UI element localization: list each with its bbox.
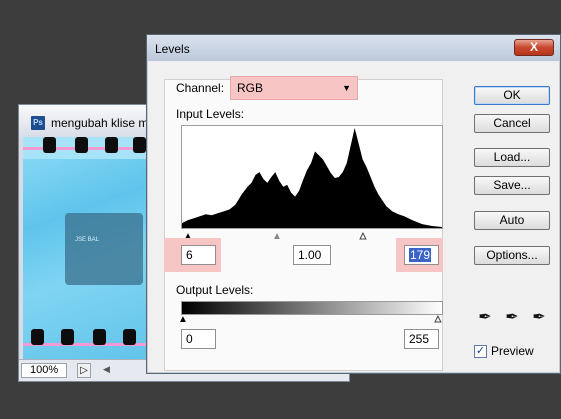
film-hole [123, 329, 136, 345]
options-button[interactable]: Options... [474, 246, 550, 265]
black-eyedropper-icon[interactable]: ✒ [476, 309, 494, 327]
input-white-field[interactable]: 179 [404, 245, 439, 265]
histogram-shape [182, 127, 442, 228]
channel-select-value: RGB [237, 81, 264, 95]
preview-checkbox[interactable]: ✓ [474, 345, 487, 358]
gray-eyedropper-icon[interactable]: ✒ [503, 309, 521, 327]
dialog-body: Channel: RGB ▼ Input Levels: ▲ ▲ ▲ 6 1.0… [153, 61, 554, 371]
status-menu-icon[interactable]: ▷ [77, 363, 91, 378]
input-gamma-field[interactable]: 1.00 [293, 245, 331, 265]
photo-object [65, 213, 143, 285]
film-hole [75, 137, 88, 153]
photo-object-label: JSE BAL [75, 237, 100, 243]
film-hole [43, 137, 56, 153]
output-black-field[interactable]: 0 [181, 329, 216, 349]
output-white-handle[interactable]: ▲ [433, 314, 444, 325]
scroll-left-icon[interactable]: ◀ [103, 364, 110, 375]
white-eyedropper-icon[interactable]: ✒ [530, 309, 548, 327]
dialog-title: Levels [155, 42, 190, 56]
close-button[interactable]: X [514, 39, 554, 56]
triangle-down-icon: ▼ [342, 83, 351, 93]
preview-label: Preview [491, 344, 534, 358]
channel-label: Channel: [176, 81, 225, 95]
film-hole [61, 329, 74, 345]
document-title: mengubah klise m [51, 116, 149, 130]
document-canvas[interactable]: JSE BAL [23, 137, 149, 359]
histogram [181, 125, 443, 229]
dialog-titlebar[interactable]: Levels X [147, 35, 560, 61]
film-hole [133, 137, 146, 153]
output-levels-slider[interactable]: ▲ ▲ [178, 314, 444, 325]
input-black-field[interactable]: 6 [181, 245, 216, 265]
input-white-value: 179 [409, 248, 432, 262]
output-levels-label: Output Levels: [176, 283, 254, 297]
film-hole [105, 137, 118, 153]
output-black-handle[interactable]: ▲ [178, 315, 188, 325]
white-point-handle[interactable]: ▲ [358, 231, 369, 242]
film-hole [31, 329, 44, 345]
ok-button[interactable]: OK [474, 86, 550, 105]
output-white-field[interactable]: 255 [404, 329, 439, 349]
gamma-handle[interactable]: ▲ [272, 232, 282, 242]
cancel-button[interactable]: Cancel [474, 114, 550, 133]
load-button[interactable]: Load... [474, 148, 550, 167]
photoshop-icon: Ps [31, 116, 45, 130]
levels-dialog[interactable]: Levels X Channel: RGB ▼ Input Levels: ▲ … [146, 34, 561, 374]
save-button[interactable]: Save... [474, 176, 550, 195]
auto-button[interactable]: Auto [474, 211, 550, 230]
output-gradient-bar [181, 301, 443, 315]
zoom-field[interactable]: 100% [21, 363, 67, 378]
film-hole [93, 329, 106, 345]
input-levels-label: Input Levels: [176, 107, 245, 121]
channel-select[interactable]: RGB ▼ [230, 76, 358, 100]
